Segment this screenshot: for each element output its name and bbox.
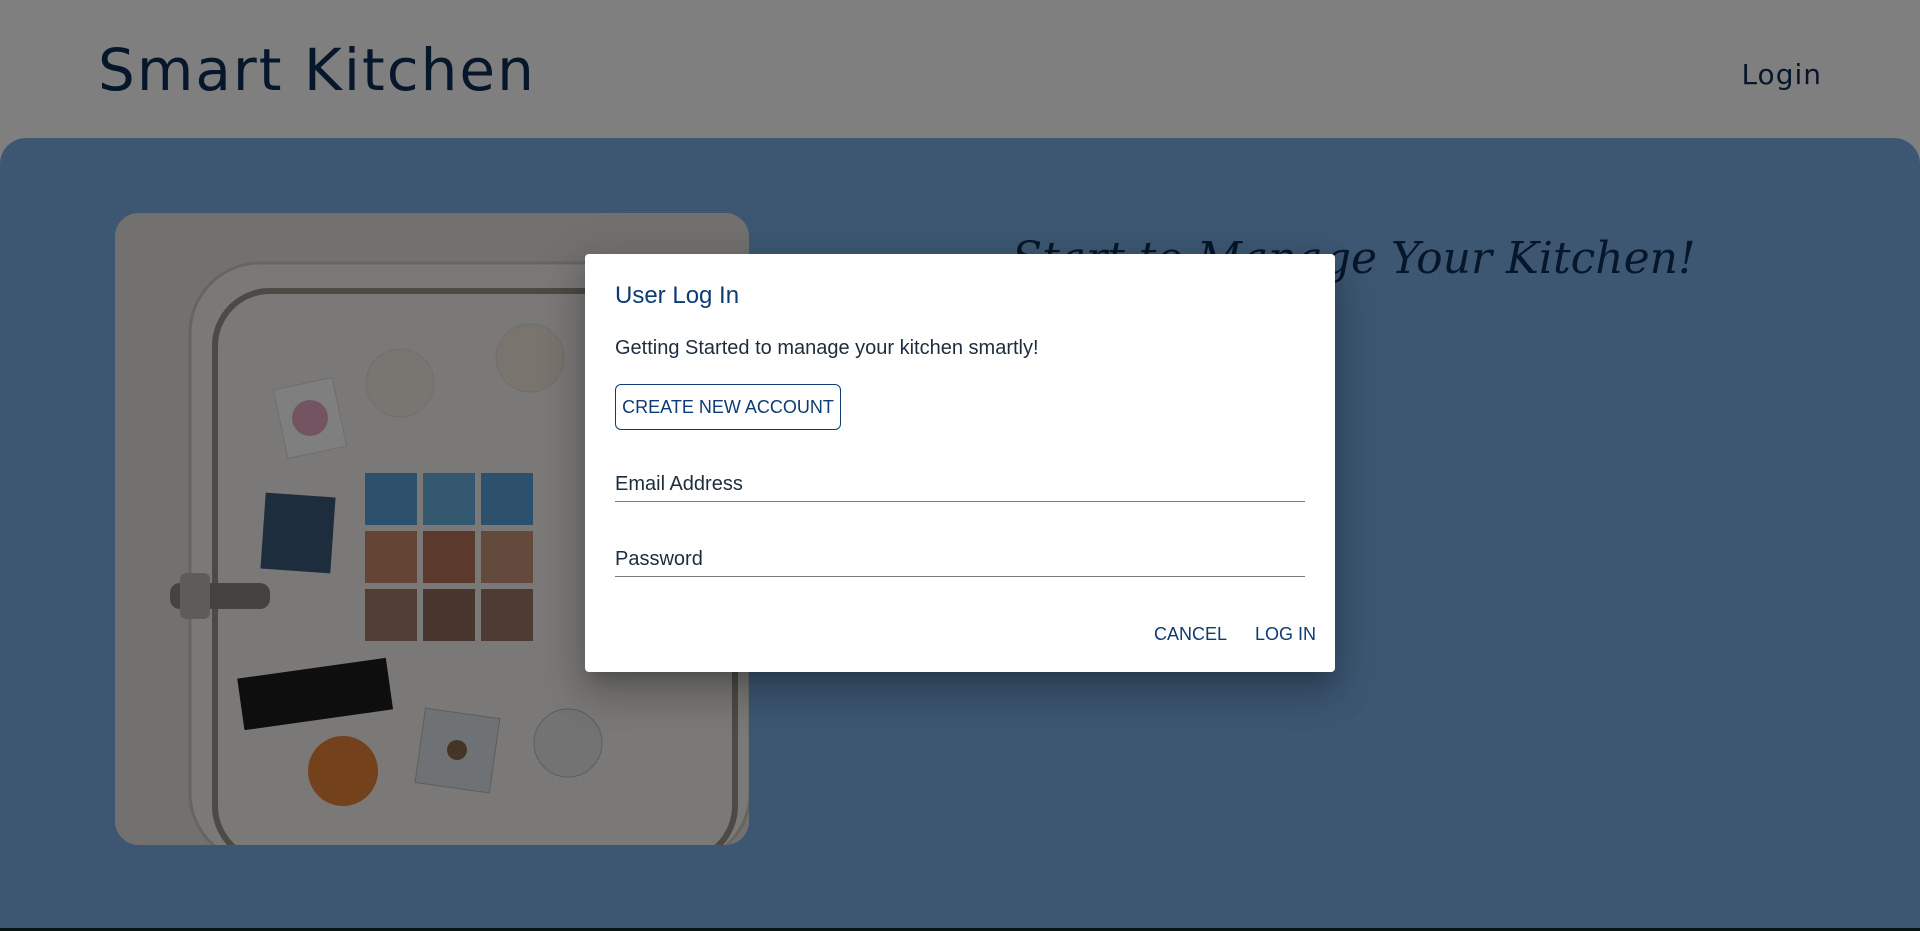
dialog-description: Getting Started to manage your kitchen s…	[615, 337, 1039, 359]
create-account-button[interactable]: CREATE NEW ACCOUNT	[615, 384, 841, 430]
password-field[interactable]	[615, 543, 1305, 577]
email-field[interactable]	[615, 468, 1305, 502]
login-button[interactable]: LOG IN	[1255, 624, 1316, 645]
login-dialog: User Log In Getting Started to manage yo…	[585, 254, 1335, 672]
dialog-title: User Log In	[615, 282, 740, 309]
cancel-button[interactable]: CANCEL	[1154, 624, 1227, 645]
